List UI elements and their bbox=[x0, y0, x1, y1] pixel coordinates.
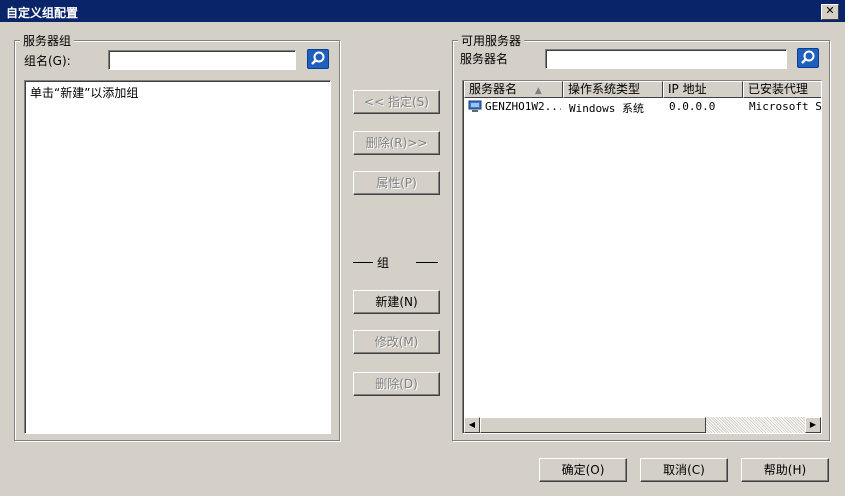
cell-agent: Microsoft SQ bbox=[749, 100, 822, 113]
delete-button[interactable]: 删除(D) bbox=[353, 372, 440, 396]
remove-button[interactable]: 删除(R)>> bbox=[353, 131, 440, 155]
arrow-left-icon: ◀ bbox=[468, 420, 476, 429]
close-icon: ✕ bbox=[825, 4, 835, 17]
magnifier-icon bbox=[801, 50, 815, 64]
cell-ip: 0.0.0.0 bbox=[669, 100, 716, 113]
server-list[interactable]: 服务器名 ▲ 操作系统类型 IP 地址 已安装代理 GENZHO1W2... W… bbox=[462, 80, 822, 434]
column-header-agent[interactable]: 已安装代理 bbox=[743, 81, 821, 98]
help-button[interactable]: 帮助(H) bbox=[741, 458, 829, 482]
new-button[interactable]: 新建(N) bbox=[353, 290, 440, 314]
magnifier-icon bbox=[311, 51, 325, 65]
group-search-button[interactable] bbox=[307, 49, 329, 69]
ok-button[interactable]: 确定(O) bbox=[539, 458, 627, 482]
scroll-left-button[interactable]: ◀ bbox=[464, 417, 480, 433]
group-list[interactable]: 单击“新建”以添加组 bbox=[24, 80, 331, 434]
title-bar: 自定义组配置 ✕ bbox=[0, 0, 845, 22]
horizontal-scrollbar[interactable]: ◀ ▶ bbox=[464, 417, 821, 433]
cell-os-type: Windows 系统 bbox=[569, 102, 644, 115]
column-header-server-name[interactable]: 服务器名 ▲ bbox=[464, 81, 563, 98]
arrow-right-icon: ▶ bbox=[809, 420, 817, 429]
server-name-input[interactable] bbox=[545, 49, 787, 69]
cell-server-name: GENZHO1W2... bbox=[485, 100, 561, 113]
sort-ascending-icon: ▲ bbox=[534, 86, 542, 96]
computer-icon bbox=[468, 100, 482, 112]
group-separator-left bbox=[353, 262, 373, 264]
cancel-button[interactable]: 取消(C) bbox=[640, 458, 728, 482]
modify-button[interactable]: 修改(M) bbox=[353, 330, 440, 354]
column-header-ip[interactable]: IP 地址 bbox=[663, 81, 743, 98]
assign-button[interactable]: << 指定(S) bbox=[353, 90, 440, 114]
group-name-input[interactable] bbox=[108, 50, 296, 70]
available-servers-legend: 可用服务器 bbox=[458, 32, 525, 49]
server-group-legend: 服务器组 bbox=[20, 32, 75, 49]
scroll-right-button[interactable]: ▶ bbox=[805, 417, 821, 433]
close-button[interactable]: ✕ bbox=[821, 4, 839, 20]
window-title: 自定义组配置 bbox=[6, 6, 79, 20]
scroll-thumb[interactable] bbox=[480, 417, 706, 433]
group-section-label: 组 bbox=[377, 256, 390, 270]
column-header-os-type[interactable]: 操作系统类型 bbox=[563, 81, 663, 98]
server-name-label: 服务器名 bbox=[460, 52, 509, 66]
table-row[interactable]: GENZHO1W2... Windows 系统 0.0.0.0 Microsof… bbox=[464, 99, 822, 115]
group-name-label: 组名(G): bbox=[24, 54, 71, 68]
group-list-hint: 单击“新建”以添加组 bbox=[30, 86, 139, 100]
properties-button[interactable]: 属性(P) bbox=[353, 171, 440, 195]
group-separator-right bbox=[416, 262, 438, 264]
server-search-button[interactable] bbox=[797, 48, 819, 68]
